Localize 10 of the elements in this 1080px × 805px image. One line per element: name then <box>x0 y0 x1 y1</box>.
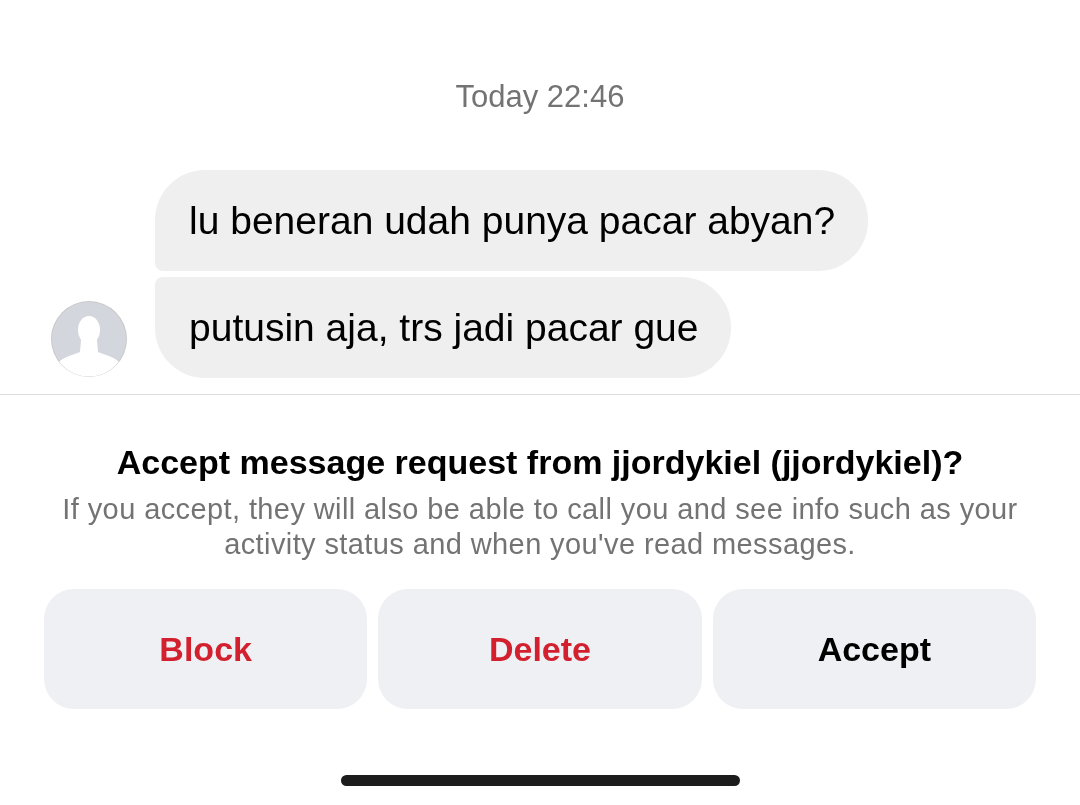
action-button[interactable]: Accept <box>712 589 1036 709</box>
message-timestamp: Today 22:46 <box>454 80 626 114</box>
person-silhouette-avatar-icon[interactable] <box>50 300 128 378</box>
message-bubble: lu beneran udah punya pacar abyan? <box>155 170 869 271</box>
request-title: Accept message request from jjordykiel (jjordykiel)? <box>116 442 964 482</box>
message-bubble: putusin aja, trs jadi pacar gue <box>155 277 732 378</box>
home-indicator[interactable] <box>340 775 740 786</box>
request-description: If you accept, they will also be able to call you and see info such as your activity status and when you've read messages. <box>61 492 1019 562</box>
action-button[interactable]: Delete <box>378 589 702 709</box>
action-button[interactable]: Block <box>44 589 368 709</box>
